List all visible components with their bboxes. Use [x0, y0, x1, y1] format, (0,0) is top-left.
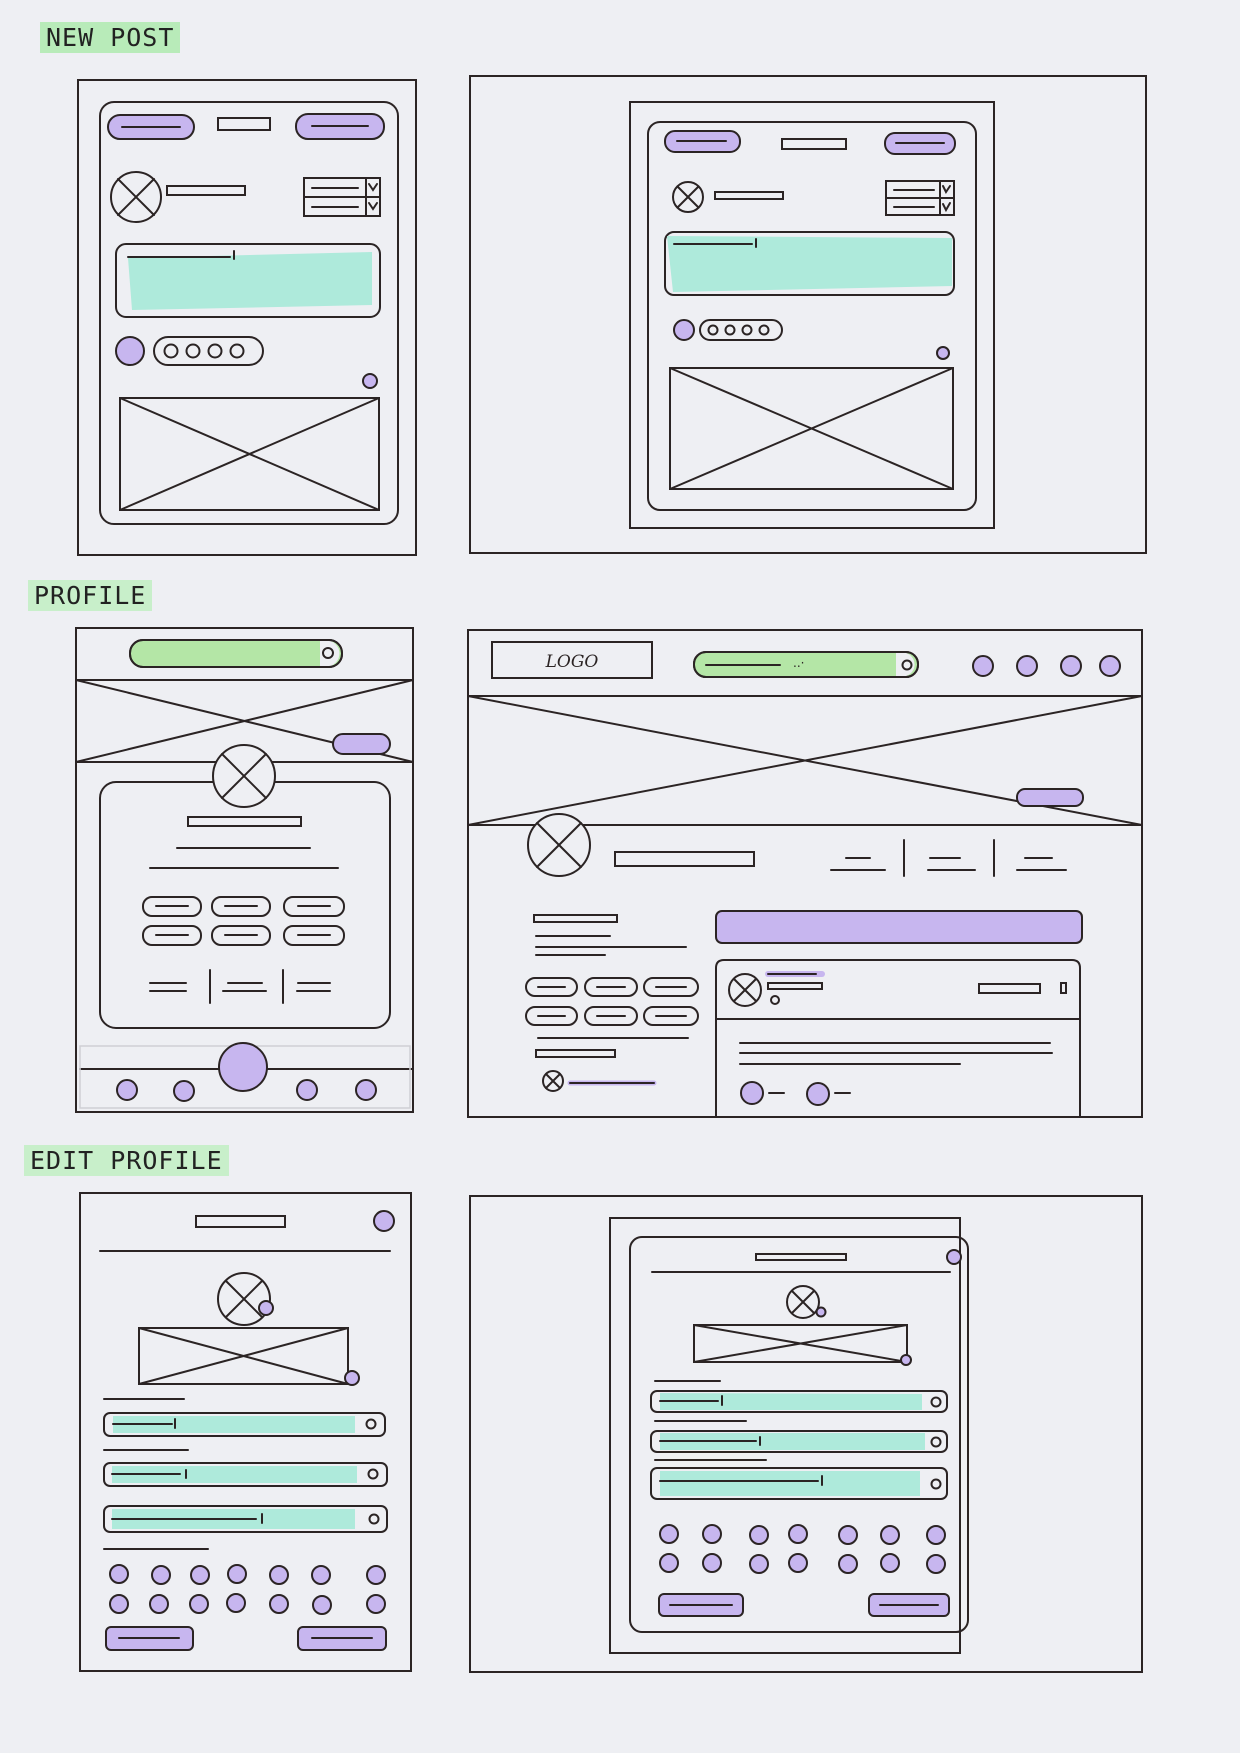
search-bar[interactable]: [693, 651, 919, 678]
comment-button[interactable]: [806, 1082, 830, 1106]
profile-name-placeholder: [187, 816, 302, 827]
edit-title-placeholder: [755, 1253, 847, 1261]
nav-search-button[interactable]: [173, 1080, 195, 1102]
avatar-placeholder: [212, 744, 276, 808]
interest-options[interactable]: [659, 1524, 946, 1574]
image-remove-button[interactable]: [936, 346, 950, 360]
name-input[interactable]: [650, 1390, 948, 1413]
post-card: [715, 959, 1081, 1118]
wireframe-sheet: LOGO ..·: [75, 75, 1147, 1673]
profile-name-placeholder: [614, 851, 755, 867]
close-button[interactable]: [373, 1210, 395, 1232]
header-icons: [972, 655, 1121, 677]
username-placeholder: [166, 185, 246, 196]
new-post-desktop-wireframe: [469, 75, 1147, 554]
about-column: [533, 914, 687, 956]
profile-stats: [149, 969, 331, 1004]
interest-tags: [525, 977, 699, 1026]
friends-heading-placeholder: [535, 1049, 616, 1058]
edit-title-placeholder: [195, 1215, 286, 1228]
bottom-nav: [79, 1042, 414, 1109]
avatar-edit-button[interactable]: [815, 1306, 827, 1318]
avatar-edit[interactable]: [217, 1272, 274, 1326]
cover-edit[interactable]: [138, 1327, 360, 1386]
tag-pill[interactable]: [153, 336, 264, 366]
username-placeholder: [714, 191, 784, 200]
post-title-placeholder: [781, 138, 847, 150]
handle-input[interactable]: [650, 1430, 948, 1453]
header-notifications-button[interactable]: [1060, 655, 1082, 677]
nav-home-button[interactable]: [116, 1079, 138, 1101]
follow-button[interactable]: [1016, 788, 1084, 807]
attach-button[interactable]: [673, 319, 695, 341]
interest-tags: [142, 896, 345, 946]
avatar-edit-button[interactable]: [258, 1300, 274, 1316]
image-remove-button[interactable]: [362, 373, 378, 389]
avatar-placeholder: [110, 171, 162, 223]
name-input[interactable]: [103, 1412, 386, 1437]
bio-input[interactable]: [650, 1467, 948, 1500]
close-button[interactable]: [946, 1249, 962, 1265]
follow-button[interactable]: [332, 733, 391, 755]
profile-stats: [830, 839, 1067, 877]
friend-item[interactable]: [542, 1070, 657, 1092]
edit-profile-desktop-wireframe: [469, 1195, 1143, 1673]
tag-pill[interactable]: [699, 319, 783, 341]
header-new-post-button[interactable]: [1016, 655, 1038, 677]
post-text-input[interactable]: [664, 231, 955, 296]
handle-input[interactable]: [103, 1462, 388, 1487]
cover-edit-button[interactable]: [344, 1370, 360, 1386]
profile-mobile-wireframe: [75, 627, 414, 1113]
bio-input[interactable]: [103, 1505, 388, 1533]
post-title-placeholder: [217, 117, 271, 131]
like-button[interactable]: [740, 1081, 764, 1105]
header-profile-button[interactable]: [1099, 655, 1121, 677]
nav-profile-button[interactable]: [355, 1079, 377, 1101]
interest-options[interactable]: [109, 1564, 386, 1615]
cover-edit[interactable]: [693, 1324, 912, 1366]
avatar-placeholder: [527, 813, 591, 877]
nav-notifications-button[interactable]: [296, 1079, 318, 1101]
header-home-button[interactable]: [972, 655, 994, 677]
avatar-edit[interactable]: [786, 1285, 827, 1319]
attach-button[interactable]: [115, 336, 145, 366]
edit-profile-mobile-wireframe: [79, 1192, 412, 1672]
more-icon[interactable]: [1060, 982, 1067, 994]
avatar-placeholder: [672, 181, 704, 213]
image-placeholder: [119, 397, 380, 511]
post-options-placeholder: [978, 983, 1041, 994]
image-placeholder: [669, 367, 954, 490]
cover-edit-button[interactable]: [900, 1354, 912, 1366]
search-bar[interactable]: [129, 639, 343, 668]
nav-new-post-button[interactable]: [218, 1042, 268, 1092]
create-post-bar[interactable]: [715, 910, 1083, 944]
profile-desktop-wireframe: [467, 629, 1143, 1118]
search-ellipsis: ..·: [793, 656, 804, 670]
post-text-input[interactable]: [115, 243, 381, 318]
visibility-dropdown[interactable]: [303, 177, 381, 217]
visibility-dropdown[interactable]: [885, 180, 955, 216]
new-post-mobile-wireframe: [77, 79, 417, 556]
logo-text: LOGO: [545, 652, 599, 672]
avatar-placeholder: [728, 973, 762, 1007]
